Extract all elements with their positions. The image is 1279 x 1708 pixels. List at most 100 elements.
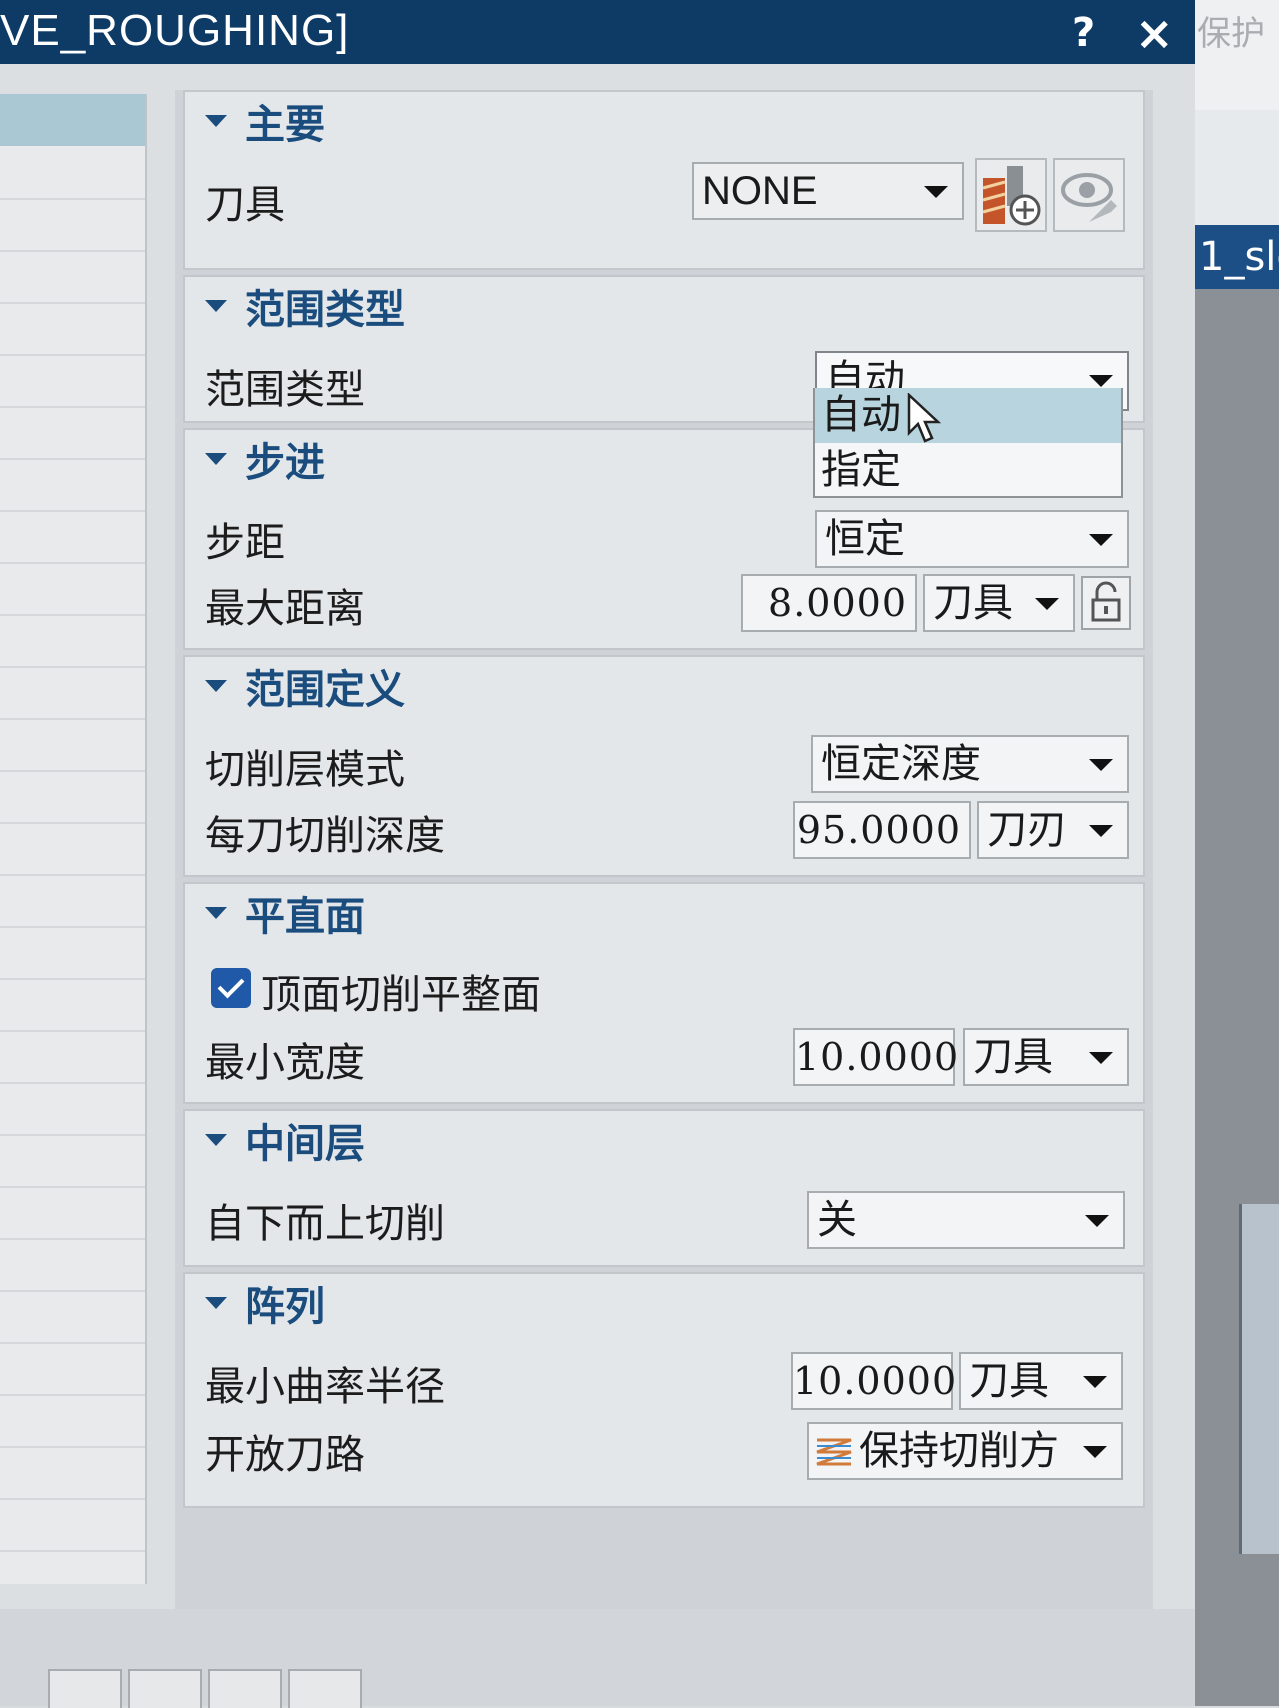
list-divider [0, 354, 145, 356]
top-face-checkbox[interactable] [211, 968, 251, 1008]
list-divider [0, 770, 145, 772]
group-stepover-header[interactable]: 步进 [205, 430, 325, 488]
tool-label: 刀具 [205, 182, 285, 228]
range-type-label: 范围类型 [205, 367, 365, 413]
depth-per-cut-label: 每刀切削深度 [205, 813, 445, 859]
chevron-down-icon [924, 186, 948, 198]
list-divider [0, 1498, 145, 1500]
chevron-down-icon [1089, 759, 1113, 771]
open-path-icon [816, 1438, 852, 1466]
footer-button[interactable] [288, 1669, 362, 1708]
min-width-unit-dropdown[interactable]: 刀具 [963, 1028, 1129, 1086]
max-distance-unit-dropdown[interactable]: 刀具 [923, 574, 1075, 632]
group-intermediate-levels: 中间层 自下而上切削 关 [183, 1109, 1145, 1267]
chevron-down-icon [1089, 825, 1113, 837]
max-distance-input[interactable]: 8.0000 [741, 574, 917, 632]
footer-button[interactable] [208, 1669, 282, 1708]
cut-level-mode-dropdown[interactable]: 恒定深度 [811, 735, 1129, 793]
collapse-triangle-icon[interactable] [205, 300, 227, 312]
list-divider [0, 718, 145, 720]
group-intermediate-levels-header[interactable]: 中间层 [205, 1111, 365, 1169]
bottom-up-dropdown[interactable]: 关 [807, 1191, 1125, 1249]
min-curvature-radius-unit: 刀具 [969, 1358, 1049, 1404]
close-icon[interactable]: × [1135, 6, 1174, 60]
list-divider [0, 1134, 145, 1136]
eye-wrench-icon [1061, 173, 1117, 222]
cut-level-mode-value: 恒定深度 [821, 741, 981, 787]
range-type-dropdown-menu: 自动 指定 [813, 388, 1123, 498]
list-divider [0, 926, 145, 928]
open-path-dropdown[interactable]: 保持切削方 [807, 1422, 1123, 1480]
range-type-option-auto[interactable]: 自动 [815, 388, 1121, 443]
group-array-header[interactable]: 阵列 [205, 1274, 325, 1332]
list-divider [0, 1238, 145, 1240]
list-divider [0, 1394, 145, 1396]
new-tool-icon [982, 166, 1041, 226]
min-width-input[interactable]: 10.0000 [793, 1028, 958, 1086]
footer-button[interactable] [128, 1669, 202, 1708]
background-file-tab[interactable]: 1_slo [1195, 225, 1279, 289]
lock-button[interactable] [1081, 576, 1131, 630]
list-divider [0, 406, 145, 408]
depth-per-cut-unit-dropdown[interactable]: 刀刃 [977, 801, 1129, 859]
parameters-panel: 主要 刀具 NONE 范围类型 范围类型 自动 步进 步距 恒定 最大距离 8.… [175, 90, 1153, 1625]
cut-level-mode-label: 切削层模式 [205, 747, 405, 793]
max-distance-label: 最大距离 [205, 586, 365, 632]
collapse-triangle-icon[interactable] [205, 1297, 227, 1309]
list-divider [0, 978, 145, 980]
navigator-selected-row[interactable] [0, 94, 145, 146]
collapse-triangle-icon[interactable] [205, 680, 227, 692]
min-curvature-radius-unit-dropdown[interactable]: 刀具 [959, 1352, 1123, 1410]
min-width-label: 最小宽度 [205, 1040, 365, 1086]
help-icon[interactable]: ? [1072, 10, 1095, 56]
chevron-down-icon [1089, 375, 1113, 387]
top-face-checkbox-label[interactable]: 顶面切削平整面 [261, 962, 541, 1020]
chevron-down-icon [1083, 1446, 1107, 1458]
bottom-up-label: 自下而上切削 [205, 1201, 445, 1247]
tool-dropdown[interactable]: NONE [692, 162, 964, 220]
depth-per-cut-unit: 刀刃 [987, 807, 1067, 853]
chevron-down-icon [1035, 598, 1059, 610]
group-flat-areas-header[interactable]: 平直面 [205, 884, 365, 942]
min-width-unit: 刀具 [973, 1034, 1053, 1080]
range-type-option-specified[interactable]: 指定 [815, 443, 1121, 498]
collapse-triangle-icon[interactable] [205, 115, 227, 127]
group-range-definition: 范围定义 切削层模式 恒定深度 每刀切削深度 95.0000 刀刃 [183, 655, 1145, 877]
dialog-title: VE_ROUGHING] [0, 6, 350, 55]
chevron-down-icon [1089, 1052, 1113, 1064]
list-divider [0, 1550, 145, 1552]
stepover-dropdown[interactable]: 恒定 [815, 510, 1129, 568]
list-divider [0, 666, 145, 668]
list-divider [0, 458, 145, 460]
collapse-triangle-icon[interactable] [205, 1134, 227, 1146]
navigator-pane[interactable] [0, 94, 147, 1584]
edit-tool-button[interactable] [1053, 158, 1125, 232]
list-divider [0, 874, 145, 876]
list-divider [0, 614, 145, 616]
new-tool-button[interactable] [975, 158, 1047, 232]
chevron-down-icon [1083, 1376, 1107, 1388]
min-curvature-radius-label: 最小曲率半径 [205, 1364, 445, 1410]
background-toolbar: 保护 [1195, 0, 1279, 110]
list-divider [0, 1446, 145, 1448]
min-curvature-radius-input[interactable]: 10.0000 [791, 1352, 956, 1410]
group-range-definition-header[interactable]: 范围定义 [205, 657, 405, 715]
list-divider [0, 1030, 145, 1032]
list-divider [0, 510, 145, 512]
group-main-header[interactable]: 主要 [205, 92, 325, 150]
collapse-triangle-icon[interactable] [205, 907, 227, 919]
collapse-triangle-icon[interactable] [205, 453, 227, 465]
chevron-down-icon [1089, 534, 1113, 546]
depth-per-cut-input[interactable]: 95.0000 [793, 801, 971, 859]
graphics-viewport[interactable] [1195, 289, 1279, 1706]
background-app: 保护 1_slo [1175, 0, 1279, 1706]
max-distance-unit: 刀具 [933, 580, 1013, 626]
background-iconbar [1175, 110, 1279, 310]
footer-button[interactable] [48, 1669, 122, 1708]
list-divider [0, 562, 145, 564]
list-divider [0, 302, 145, 304]
stepover-value: 恒定 [825, 516, 905, 562]
list-divider [0, 822, 145, 824]
group-range-type-header[interactable]: 范围类型 [205, 277, 405, 335]
stepover-label: 步距 [205, 520, 285, 566]
